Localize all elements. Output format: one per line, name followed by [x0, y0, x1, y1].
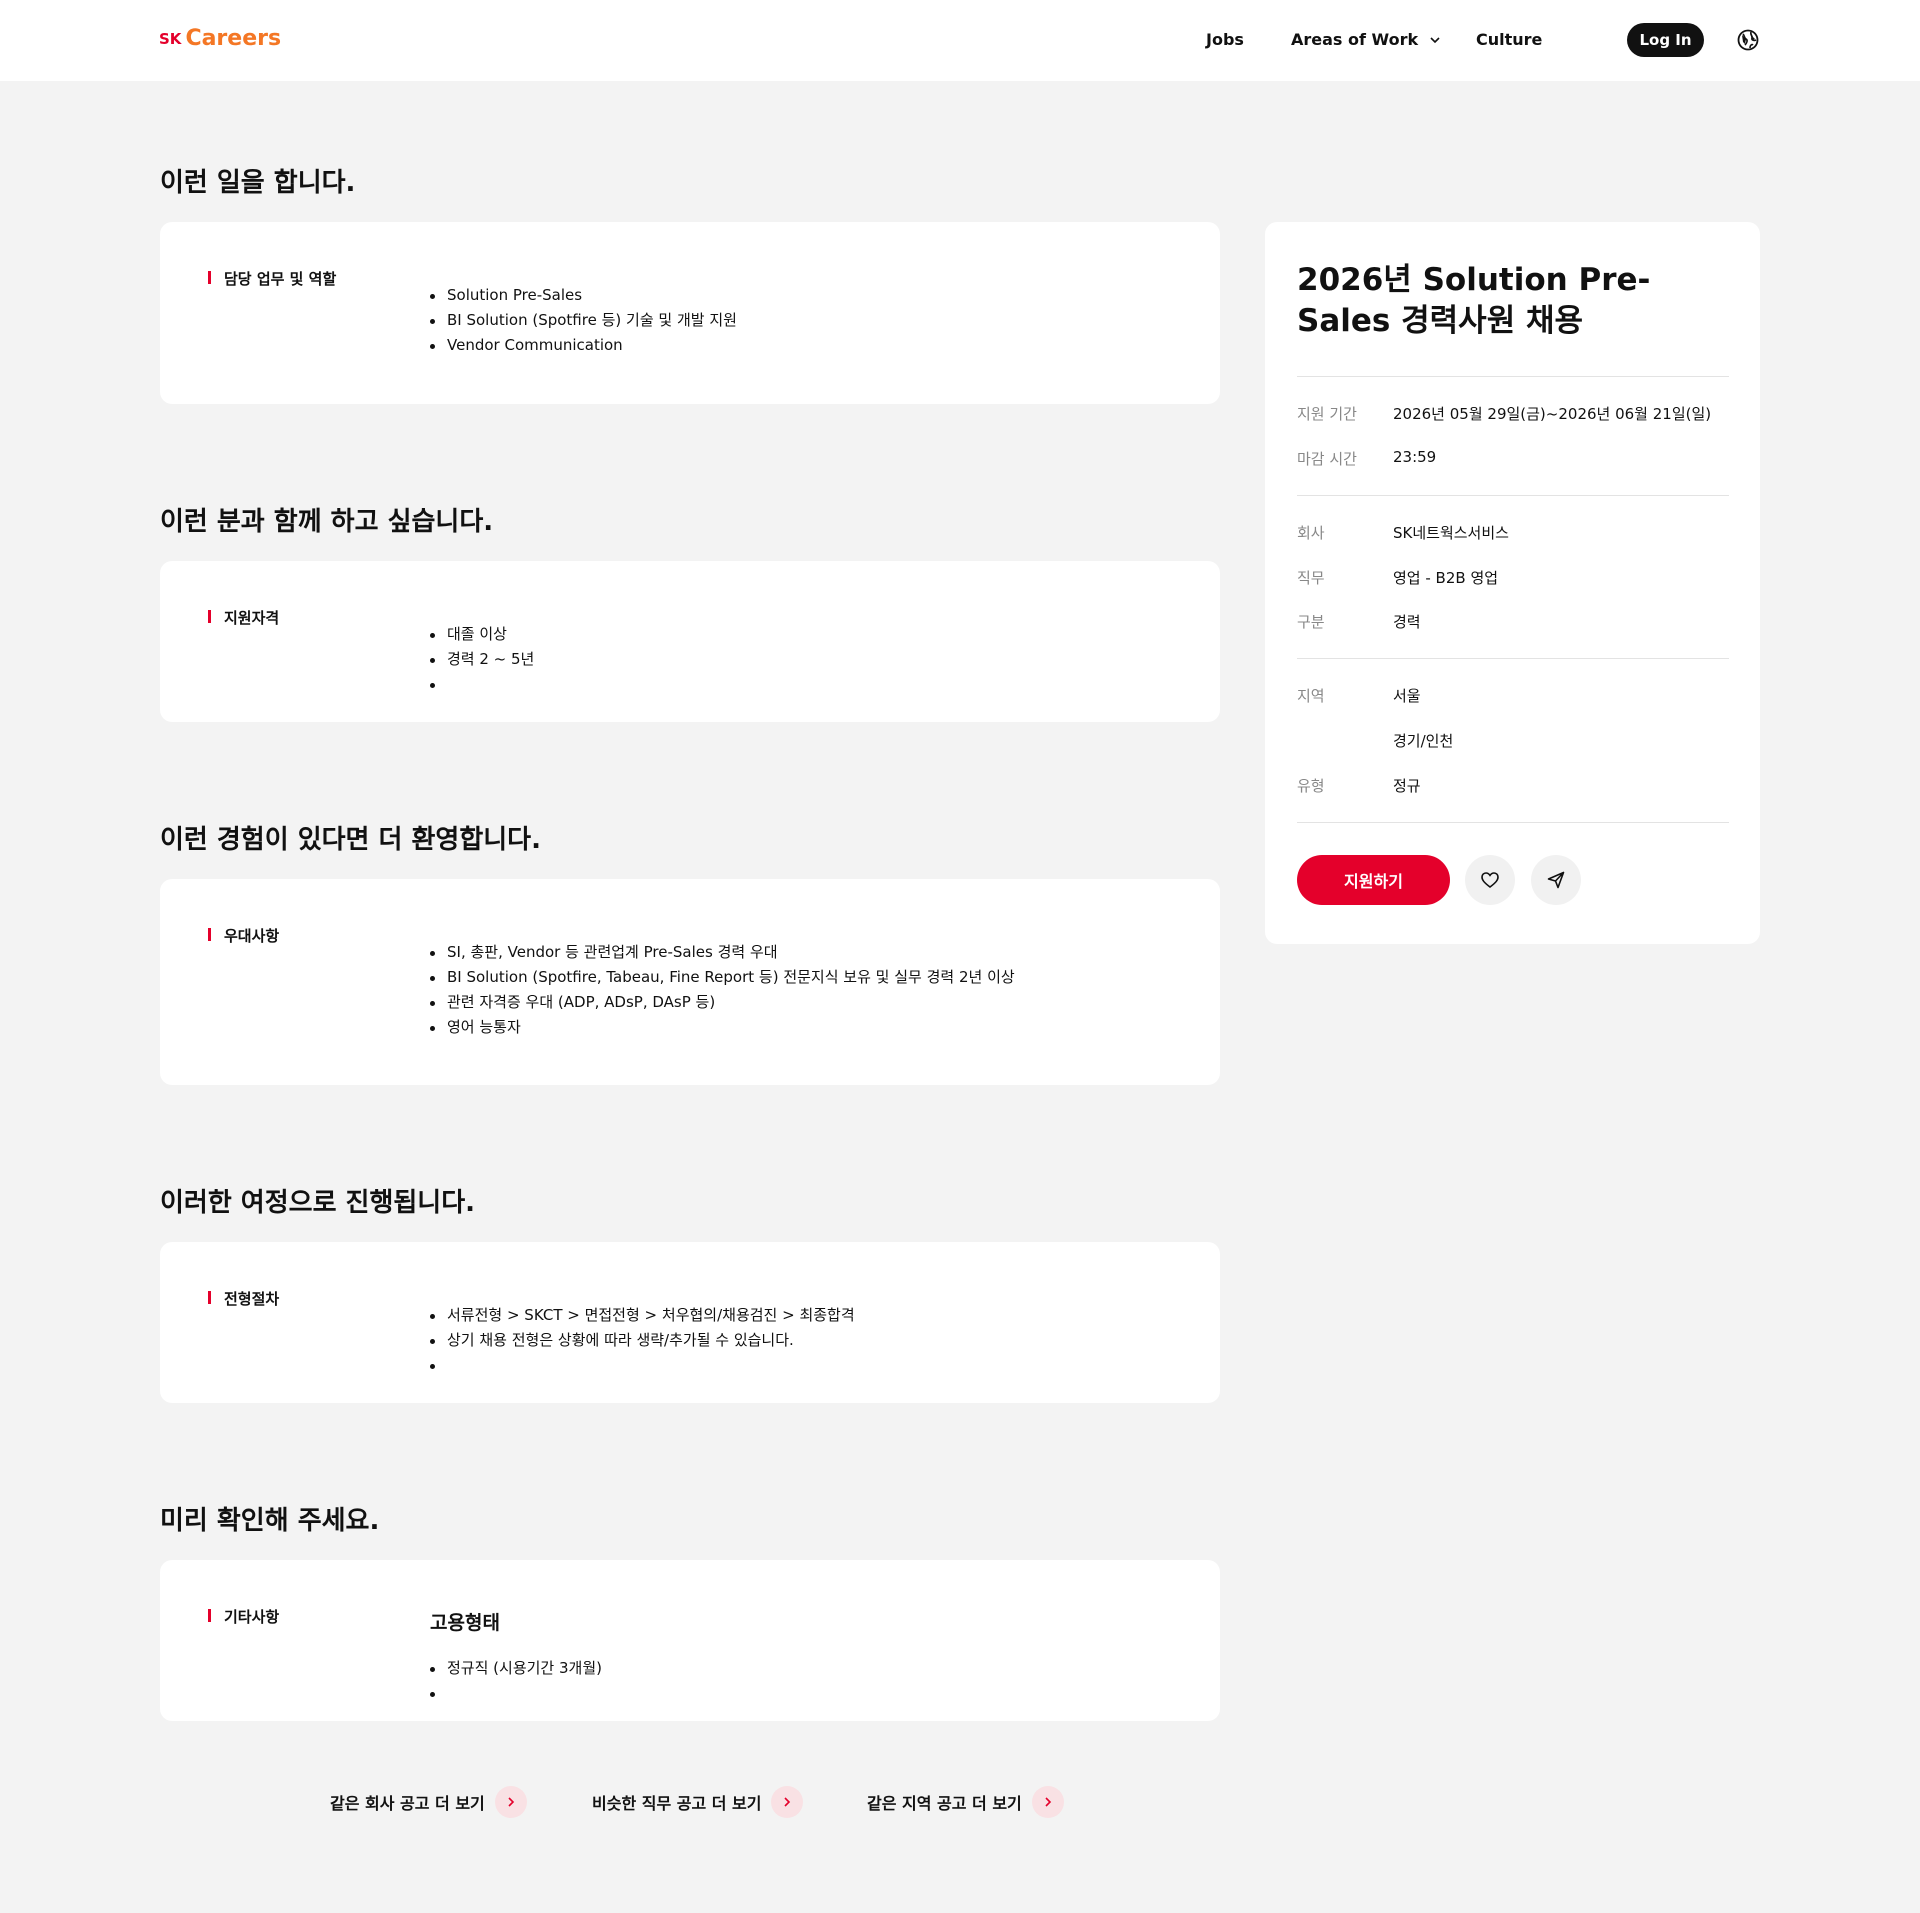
info-period: 지원 기간 2026년 05월 29일(금)~2026년 06월 21일(일)	[1297, 403, 1711, 424]
chevron-down-icon	[1430, 36, 1440, 43]
info-employment: 유형 정규	[1297, 775, 1421, 796]
info-value: 영업 - B2B 영업	[1393, 569, 1499, 587]
info-value: 경력	[1393, 613, 1421, 631]
more-same-region-label: 같은 지역 공고 더 보기	[867, 1794, 1022, 1813]
nav-culture[interactable]: Culture	[1476, 30, 1542, 49]
job-title: 2026년 Solution Pre-Sales 경력사원 채용	[1297, 262, 1651, 339]
card-qualifications: 지원자격 대졸 이상 경력 2 ~ 5년	[160, 561, 1220, 722]
nav-culture-label: Culture	[1476, 30, 1543, 49]
logo-careers: Careers	[185, 26, 282, 51]
logo-sk: SK	[159, 30, 182, 48]
card-label-preferred: 우대사항	[208, 925, 279, 946]
info-key	[1297, 730, 1393, 751]
info-company: 회사 SK네트웍스서비스	[1297, 522, 1509, 543]
info-key: 마감 시간	[1297, 450, 1357, 468]
divider	[1297, 658, 1729, 659]
list-item: BI Solution (Spotfire 등) 기술 및 개발 지원	[430, 308, 737, 333]
heart-icon	[1481, 872, 1499, 889]
globe-icon[interactable]	[1737, 29, 1759, 51]
info-region: 지역 서울	[1297, 685, 1421, 706]
preferred-list: SI, 총판, Vendor 등 관련업계 Pre-Sales 경력 우대 BI…	[430, 940, 1015, 1040]
nav-jobs-label: Jobs	[1206, 30, 1244, 49]
more-similar-role-link[interactable]: 비슷한 직무 공고 더 보기	[592, 1786, 804, 1818]
bookmark-button[interactable]	[1465, 855, 1515, 905]
list-item: Vendor Communication	[430, 333, 737, 358]
card-notice: 기타사항 고용형태 정규직 (시용기간 3개월)	[160, 1560, 1220, 1721]
list-item: BI Solution (Spotfire, Tabeau, Fine Repo…	[430, 965, 1015, 990]
chevron-right-icon	[771, 1786, 804, 1818]
apply-button[interactable]: 지원하기	[1297, 855, 1450, 905]
info-value: 정규	[1393, 777, 1421, 795]
list-item: 관련 자격증 우대 (ADP, ADsP, DAsP 등)	[430, 990, 1015, 1015]
info-value: 2026년 05월 29일(금)~2026년 06월 21일(일)	[1393, 405, 1712, 423]
nav-areas-of-work[interactable]: Areas of Work	[1291, 30, 1442, 49]
more-same-company-link[interactable]: 같은 회사 공고 더 보기	[330, 1786, 527, 1818]
top-header: SK Careers Jobs Areas of Work Culture Lo…	[0, 0, 1920, 81]
list-item	[430, 1681, 602, 1706]
card-label-qualifications: 지원자격	[208, 607, 279, 628]
process-list: 서류전형 > SKCT > 면접전형 > 처우협의/채용검진 > 최종합격 상기…	[430, 1303, 855, 1378]
employment-type-heading: 고용형태	[430, 1612, 500, 1634]
divider	[1297, 376, 1729, 377]
info-key: 직무	[1297, 569, 1325, 587]
info-value: 23:59	[1393, 448, 1437, 466]
card-process: 전형절차 서류전형 > SKCT > 면접전형 > 처우협의/채용검진 > 최종…	[160, 1242, 1220, 1403]
divider	[1297, 495, 1729, 496]
divider	[1297, 822, 1729, 823]
list-item: 대졸 이상	[430, 622, 534, 647]
info-region-2: 경기/인천	[1297, 730, 1453, 751]
list-item	[430, 1353, 855, 1378]
info-type: 구분 경력	[1297, 611, 1421, 632]
sk-careers-logo[interactable]: SK Careers	[159, 26, 281, 51]
list-item: Solution Pre-Sales	[430, 283, 737, 308]
send-icon	[1547, 871, 1565, 889]
more-same-company-label: 같은 회사 공고 더 보기	[330, 1794, 485, 1813]
info-deadline: 마감 시간 23:59	[1297, 448, 1436, 469]
chevron-right-icon	[494, 1786, 527, 1818]
info-key: 회사	[1297, 524, 1325, 542]
list-item: 서류전형 > SKCT > 면접전형 > 처우협의/채용검진 > 최종합격	[430, 1303, 855, 1328]
chevron-right-icon	[1031, 1786, 1064, 1818]
info-key: 구분	[1297, 613, 1325, 631]
card-label-notice: 기타사항	[208, 1606, 279, 1627]
list-item: 경력 2 ~ 5년	[430, 647, 534, 672]
section-title-notice: 미리 확인해 주세요.	[160, 1506, 380, 1536]
list-item: 정규직 (시용기간 3개월)	[430, 1656, 602, 1681]
login-button[interactable]: Log In	[1627, 23, 1704, 57]
card-label-process: 전형절차	[208, 1288, 279, 1309]
qualifications-list: 대졸 이상 경력 2 ~ 5년	[430, 622, 534, 697]
list-item: SI, 총판, Vendor 등 관련업계 Pre-Sales 경력 우대	[430, 940, 1015, 965]
info-role: 직무 영업 - B2B 영업	[1297, 567, 1498, 588]
card-label-duties: 담당 업무 및 역할	[208, 268, 336, 289]
section-title-qualifications: 이런 분과 함께 하고 싶습니다.	[160, 507, 494, 537]
section-title-preferred: 이런 경험이 있다면 더 환영합니다.	[160, 825, 541, 855]
section-title-duties: 이런 일을 합니다.	[160, 168, 356, 198]
more-similar-role-label: 비슷한 직무 공고 더 보기	[592, 1794, 762, 1813]
info-value: 서울	[1393, 687, 1421, 705]
more-same-region-link[interactable]: 같은 지역 공고 더 보기	[867, 1786, 1064, 1818]
info-value: 경기/인천	[1393, 732, 1454, 750]
list-item: 영어 능통자	[430, 1015, 1015, 1040]
share-button[interactable]	[1531, 855, 1581, 905]
info-key: 지역	[1297, 687, 1325, 705]
card-preferred: 우대사항 SI, 총판, Vendor 등 관련업계 Pre-Sales 경력 …	[160, 879, 1220, 1085]
duties-list: Solution Pre-Sales BI Solution (Spotfire…	[430, 283, 737, 358]
info-key: 유형	[1297, 777, 1325, 795]
job-summary-panel: 2026년 Solution Pre-Sales 경력사원 채용 지원 기간 2…	[1265, 222, 1760, 944]
card-duties: 담당 업무 및 역할 Solution Pre-Sales BI Solutio…	[160, 222, 1220, 404]
info-key: 지원 기간	[1297, 405, 1357, 423]
list-item: 상기 채용 전형은 상황에 따라 생략/추가될 수 있습니다.	[430, 1328, 855, 1353]
section-title-process: 이러한 여정으로 진행됩니다.	[160, 1188, 476, 1218]
info-value: SK네트웍스서비스	[1393, 524, 1509, 542]
nav-areas-label: Areas of Work	[1291, 30, 1419, 49]
list-item	[430, 672, 534, 697]
notice-list: 정규직 (시용기간 3개월)	[430, 1656, 602, 1706]
nav-jobs[interactable]: Jobs	[1206, 30, 1244, 49]
